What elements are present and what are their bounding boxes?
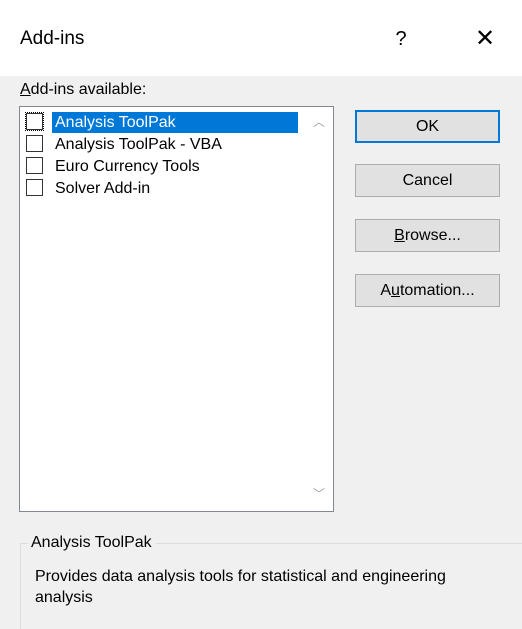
list-item-label: Analysis ToolPak - VBA [55, 136, 222, 153]
checkbox[interactable] [25, 112, 44, 131]
close-icon[interactable]: ✕ [464, 22, 506, 56]
list-item-analysis-toolpak[interactable]: Analysis ToolPak [23, 112, 305, 134]
checkbox[interactable] [26, 135, 43, 152]
chevron-up-icon[interactable]: ︿ [311, 115, 327, 129]
list-item-euro-currency-tools[interactable]: Euro Currency Tools [23, 156, 305, 178]
description-text: Provides data analysis tools for statist… [35, 568, 446, 606]
checkbox[interactable] [26, 157, 43, 174]
help-icon[interactable]: ? [383, 22, 419, 56]
add-ins-dialog: Add-ins ? ✕ Add-ins available: Analysis … [0, 0, 522, 629]
chevron-down-icon[interactable]: ﹀ [311, 487, 327, 501]
browse-button[interactable]: Browse... [355, 219, 500, 252]
dialog-title: Add-ins [20, 28, 85, 49]
title-bar: Add-ins ? ✕ [0, 0, 522, 76]
list-item-label: Solver Add-in [55, 180, 151, 197]
ok-button[interactable]: OK [355, 110, 500, 143]
add-ins-available-label: Add-ins available: [20, 81, 147, 98]
description-title: Analysis ToolPak [28, 533, 156, 553]
list-item-solver-add-in[interactable]: Solver Add-in [23, 178, 305, 200]
checkbox[interactable] [26, 179, 43, 196]
cancel-button[interactable]: Cancel [355, 164, 500, 197]
add-ins-listbox[interactable]: Analysis ToolPak Analysis ToolPak - VBA … [19, 106, 334, 512]
list-item-label: Euro Currency Tools [55, 158, 200, 175]
automation-button[interactable]: Automation... [355, 274, 500, 307]
list-item-analysis-toolpak-vba[interactable]: Analysis ToolPak - VBA [23, 134, 305, 156]
list-item-label: Analysis ToolPak [52, 112, 298, 133]
